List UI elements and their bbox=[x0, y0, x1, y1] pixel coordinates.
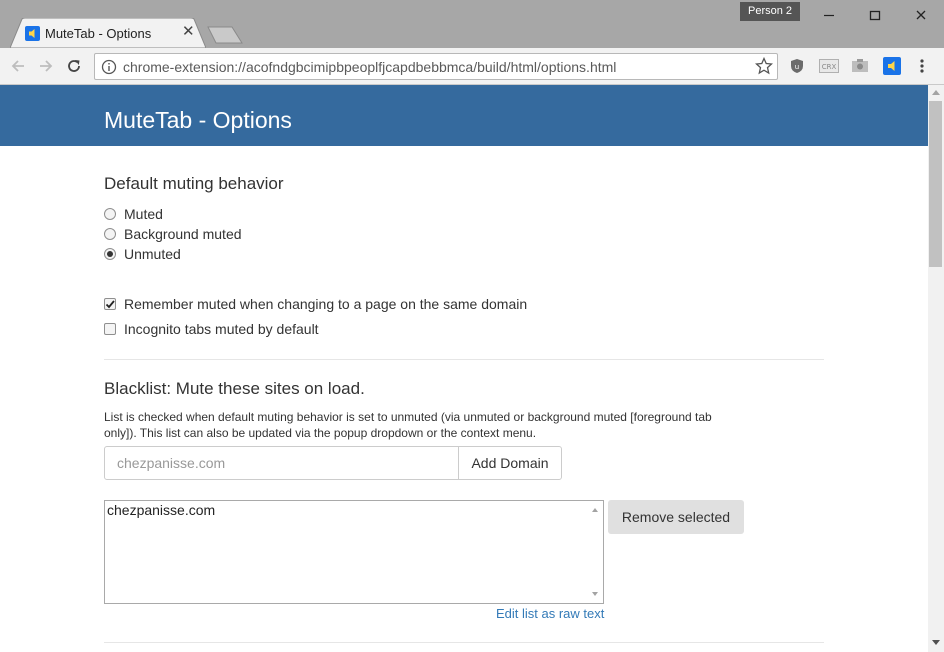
blacklist-listbox[interactable]: chezpanisse.com bbox=[104, 500, 604, 604]
radio-button[interactable] bbox=[104, 228, 116, 240]
incognito-muted-checkbox[interactable]: Incognito tabs muted by default bbox=[104, 320, 319, 338]
remove-selected-button[interactable]: Remove selected bbox=[608, 500, 744, 534]
minimize-icon bbox=[824, 14, 834, 17]
reload-icon bbox=[68, 60, 80, 72]
title-bar: MuteTab - Options ✕ Person 2 bbox=[0, 0, 944, 48]
page-title: MuteTab - Options bbox=[104, 107, 292, 133]
section-divider bbox=[104, 359, 824, 360]
window-close-button[interactable] bbox=[898, 0, 944, 30]
maximize-button[interactable] bbox=[852, 0, 898, 30]
forward-button[interactable] bbox=[36, 56, 56, 76]
listbox-scrollbar[interactable] bbox=[587, 501, 603, 603]
radio-label: Muted bbox=[124, 206, 163, 222]
blacklist-heading: Blacklist: Mute these sites on load. bbox=[104, 379, 365, 398]
browser-toolbar: chrome-extension://acofndgbcimipbpeoplfj… bbox=[0, 48, 944, 85]
scroll-up-arrow-icon[interactable] bbox=[592, 508, 598, 512]
svg-text:CRX: CRX bbox=[822, 63, 837, 71]
radio-label: Unmuted bbox=[124, 246, 181, 262]
add-domain-button[interactable]: Add Domain bbox=[458, 446, 562, 480]
tab-title: MuteTab - Options bbox=[45, 26, 152, 41]
section-divider bbox=[104, 642, 824, 643]
close-icon bbox=[916, 10, 926, 20]
page-viewport: MuteTab - Options Default muting behavio… bbox=[0, 85, 928, 652]
scroll-down-arrow-icon[interactable] bbox=[592, 592, 598, 596]
checkbox-unchecked[interactable] bbox=[104, 323, 116, 335]
scroll-up-arrow-icon[interactable] bbox=[928, 85, 944, 101]
maximize-icon bbox=[869, 10, 881, 21]
list-item[interactable]: chezpanisse.com bbox=[107, 502, 215, 518]
checkbox-label: Incognito tabs muted by default bbox=[124, 321, 319, 337]
page-header: MuteTab - Options bbox=[0, 85, 928, 146]
reload-button[interactable] bbox=[64, 56, 84, 76]
checkbox-label: Remember muted when changing to a page o… bbox=[124, 296, 528, 312]
mutetab-favicon-icon bbox=[25, 26, 40, 41]
radio-button-selected[interactable] bbox=[104, 248, 116, 260]
checkmark-icon bbox=[105, 300, 115, 309]
edit-raw-text-link[interactable]: Edit list as raw text bbox=[496, 606, 604, 621]
crx-extension-icon[interactable]: CRX bbox=[819, 57, 839, 75]
checkbox-checked[interactable] bbox=[104, 298, 116, 310]
radio-muted[interactable]: Muted bbox=[104, 205, 163, 223]
radio-label: Background muted bbox=[124, 226, 242, 242]
muting-heading: Default muting behavior bbox=[104, 174, 284, 193]
blacklist-help-text: List is checked when default muting beha… bbox=[104, 410, 712, 440]
scrollbar-thumb[interactable] bbox=[929, 101, 942, 267]
menu-kebab-icon[interactable] bbox=[916, 57, 928, 75]
radio-button[interactable] bbox=[104, 208, 116, 220]
page-scrollbar[interactable] bbox=[928, 85, 944, 652]
browser-tab[interactable]: MuteTab - Options ✕ bbox=[10, 18, 206, 48]
svg-text:u: u bbox=[795, 63, 799, 71]
profile-badge[interactable]: Person 2 bbox=[740, 2, 800, 21]
new-tab-button[interactable] bbox=[206, 26, 246, 46]
minimize-button[interactable] bbox=[806, 0, 852, 30]
radio-unmuted[interactable]: Unmuted bbox=[104, 245, 181, 263]
tab-close-icon[interactable]: ✕ bbox=[182, 24, 195, 40]
address-bar[interactable]: chrome-extension://acofndgbcimipbpeoplfj… bbox=[94, 53, 778, 80]
screenshot-extension-icon[interactable] bbox=[851, 57, 869, 75]
forward-arrow-icon bbox=[40, 60, 53, 72]
domain-input[interactable] bbox=[104, 446, 459, 480]
bookmark-star-icon[interactable] bbox=[755, 57, 773, 75]
mutetab-extension-icon[interactable] bbox=[883, 57, 901, 75]
url-text[interactable]: chrome-extension://acofndgbcimipbpeoplfj… bbox=[123, 59, 616, 75]
back-arrow-icon bbox=[11, 60, 24, 72]
remember-muted-checkbox[interactable]: Remember muted when changing to a page o… bbox=[104, 295, 527, 313]
back-button[interactable] bbox=[8, 56, 28, 76]
info-icon[interactable] bbox=[101, 59, 117, 75]
scroll-down-arrow-icon[interactable] bbox=[928, 634, 944, 650]
ublock-extension-icon[interactable]: u bbox=[788, 57, 806, 75]
radio-background-muted[interactable]: Background muted bbox=[104, 225, 242, 243]
